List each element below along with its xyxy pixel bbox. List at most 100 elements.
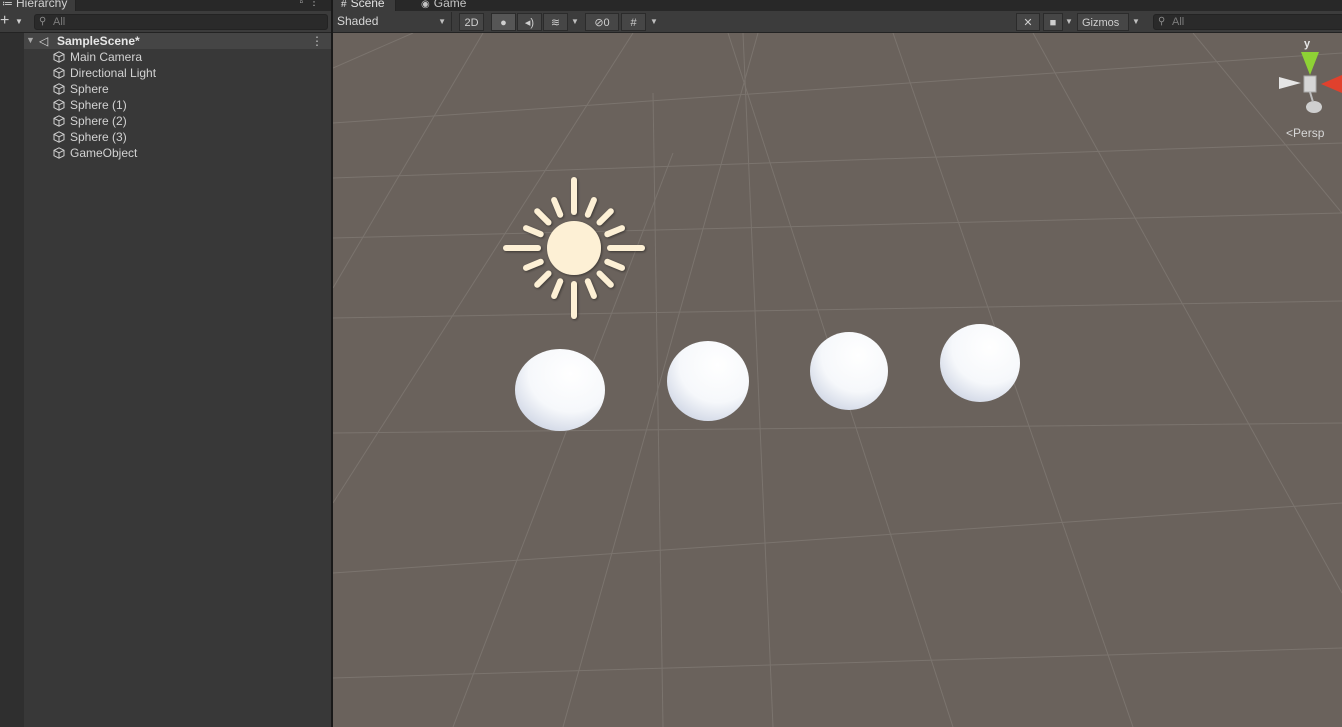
chevron-down-icon: ▼ bbox=[1065, 17, 1073, 26]
speaker-icon: ◂) bbox=[524, 17, 535, 29]
grid-line bbox=[1032, 33, 1342, 594]
camera-dropdown[interactable]: ▼ bbox=[1063, 13, 1075, 31]
effects-toggle-button[interactable]: ≋ bbox=[543, 13, 568, 31]
shading-mode-value: Shaded bbox=[337, 14, 379, 28]
hierarchy-tab-bar: ≔ Hierarchy ▫⋮ bbox=[0, 0, 331, 11]
gizmos-button[interactable]: Gizmos bbox=[1077, 13, 1129, 31]
y-axis-cone[interactable] bbox=[1301, 52, 1319, 75]
projection-toggle[interactable]: <Persp bbox=[1286, 126, 1324, 140]
gizmos-dropdown[interactable]: ▼ bbox=[1129, 13, 1143, 31]
hierarchy-item[interactable]: Directional Light bbox=[24, 65, 331, 81]
gameobject-cube-icon bbox=[53, 51, 65, 63]
neg-y-axis-cone[interactable] bbox=[1306, 101, 1322, 113]
eye-slash-icon: ⊘ bbox=[594, 17, 604, 29]
shading-mode-dropdown[interactable]: Shaded ▼ bbox=[333, 12, 452, 31]
scene-viewport[interactable]: y <Persp bbox=[333, 33, 1342, 727]
scene-root-row[interactable]: ▼ ◁ SampleScene* ⋮ bbox=[24, 33, 331, 49]
hierarchy-panel: ≔Hierarchy ▫⋮ +▼ ⚲ ▼ ◁ SampleScene* ⋮ Ma… bbox=[0, 0, 331, 727]
gameobject-cube-icon bbox=[53, 99, 65, 111]
hierarchy-item[interactable]: Sphere (1) bbox=[24, 97, 331, 113]
sun-ray bbox=[534, 270, 552, 288]
z-axis-cone[interactable] bbox=[1279, 77, 1301, 89]
sun-ray bbox=[523, 258, 544, 271]
hierarchy-item[interactable]: Sphere (2) bbox=[24, 113, 331, 129]
orientation-gizmo[interactable] bbox=[1279, 52, 1342, 113]
gameobject-cube-icon bbox=[53, 67, 65, 79]
scene-render bbox=[333, 33, 1342, 727]
chevron-down-icon: ▼ bbox=[650, 17, 658, 26]
hierarchy-toolbar: + ▼ ⚲ bbox=[0, 11, 331, 33]
hierarchy-search: ⚲ bbox=[34, 14, 328, 30]
gizmos-label: Gizmos bbox=[1082, 17, 1120, 29]
sun-ray bbox=[551, 197, 564, 218]
plus-icon: + bbox=[0, 12, 10, 29]
gameobject-cube-icon bbox=[53, 147, 65, 159]
hierarchy-gutter bbox=[0, 33, 24, 727]
hierarchy-item-label: Main Camera bbox=[70, 50, 143, 64]
gizmo-y-label: y bbox=[1304, 38, 1311, 50]
gameobject-cube-icon bbox=[53, 83, 65, 95]
toggle-2d-button[interactable]: 2D bbox=[459, 13, 484, 31]
grid-line bbox=[333, 300, 1342, 319]
hierarchy-item[interactable]: GameObject bbox=[24, 145, 331, 161]
hierarchy-item[interactable]: Sphere (3) bbox=[24, 129, 331, 145]
tab-scene[interactable]: # Scene bbox=[333, 0, 396, 11]
camera-icon: ■ bbox=[1049, 17, 1057, 29]
hierarchy-tab-actions: ▫⋮ bbox=[299, 0, 325, 8]
grid-line bbox=[333, 502, 1342, 574]
sphere-1[interactable] bbox=[667, 341, 749, 421]
sphere-0[interactable] bbox=[515, 349, 605, 431]
chevron-down-icon: ▼ bbox=[438, 17, 446, 26]
list-icon: ≔ bbox=[2, 0, 13, 10]
scene-search: ⚲ bbox=[1153, 14, 1342, 30]
grid-line bbox=[1192, 33, 1342, 214]
grid-line bbox=[333, 142, 1342, 179]
more-options-icon[interactable]: ⋮ bbox=[311, 33, 323, 49]
unity-logo-icon: ◁ bbox=[39, 34, 49, 48]
chevron-down-icon: ▼ bbox=[571, 17, 579, 26]
tab-game[interactable]: ◉ Game bbox=[413, 0, 476, 11]
scene-search-input[interactable] bbox=[1172, 15, 1332, 29]
hidden-objects-button[interactable]: ⊘0 bbox=[585, 13, 619, 31]
grid-line bbox=[652, 92, 664, 727]
sun-ray bbox=[534, 208, 552, 226]
gameobject-cube-icon bbox=[53, 115, 65, 127]
tab-hierarchy[interactable]: ≔ Hierarchy bbox=[0, 0, 77, 11]
search-icon: ⚲ bbox=[1158, 16, 1166, 27]
tools-button[interactable]: ✕ bbox=[1016, 13, 1040, 31]
hierarchy-item[interactable]: Sphere bbox=[24, 81, 331, 97]
hierarchy-item-label: GameObject bbox=[70, 146, 138, 160]
gizmo-center-cube[interactable] bbox=[1303, 75, 1317, 93]
create-button[interactable]: + ▼ bbox=[0, 13, 28, 29]
sun-core bbox=[547, 221, 601, 275]
lightbulb-icon: ● bbox=[500, 17, 507, 29]
grid-dropdown[interactable]: ▼ bbox=[647, 13, 661, 31]
grid-line bbox=[333, 212, 1342, 239]
hierarchy-item-label: Sphere (3) bbox=[70, 130, 127, 144]
gameobject-cube-icon bbox=[53, 131, 65, 143]
sphere-3[interactable] bbox=[940, 324, 1020, 402]
lock-icon[interactable]: ▫ bbox=[299, 0, 309, 8]
sphere-2[interactable] bbox=[810, 332, 888, 410]
scene-panel: # Scene ◉ Game Shaded ▼ 2D ● ◂) ≋ ▼ ⊘0 # ▼… bbox=[333, 0, 1342, 727]
hierarchy-search-input[interactable] bbox=[53, 15, 313, 29]
grid-icon: # bbox=[341, 0, 347, 10]
sun-ray bbox=[584, 278, 597, 299]
hierarchy-item-label: Sphere (2) bbox=[70, 114, 127, 128]
lighting-toggle-button[interactable]: ● bbox=[491, 13, 516, 31]
grid-line bbox=[333, 33, 484, 289]
grid-icon: # bbox=[630, 17, 637, 29]
expand-triangle-icon[interactable]: ▼ bbox=[26, 35, 35, 45]
more-options-icon[interactable]: ⋮ bbox=[309, 0, 325, 8]
hidden-objects-count: 0 bbox=[603, 17, 610, 29]
x-axis-cone[interactable] bbox=[1321, 75, 1342, 93]
chevron-down-icon: ▼ bbox=[1132, 17, 1140, 26]
effects-dropdown[interactable]: ▼ bbox=[569, 13, 581, 31]
audio-toggle-button[interactable]: ◂) bbox=[517, 13, 542, 31]
grid-toggle-button[interactable]: # bbox=[621, 13, 646, 31]
sun-ray bbox=[596, 208, 614, 226]
sun-ray bbox=[551, 278, 564, 299]
camera-settings-button[interactable]: ■ bbox=[1043, 13, 1063, 31]
hierarchy-item[interactable]: Main Camera bbox=[24, 49, 331, 65]
toggle-2d-label: 2D bbox=[464, 17, 479, 29]
